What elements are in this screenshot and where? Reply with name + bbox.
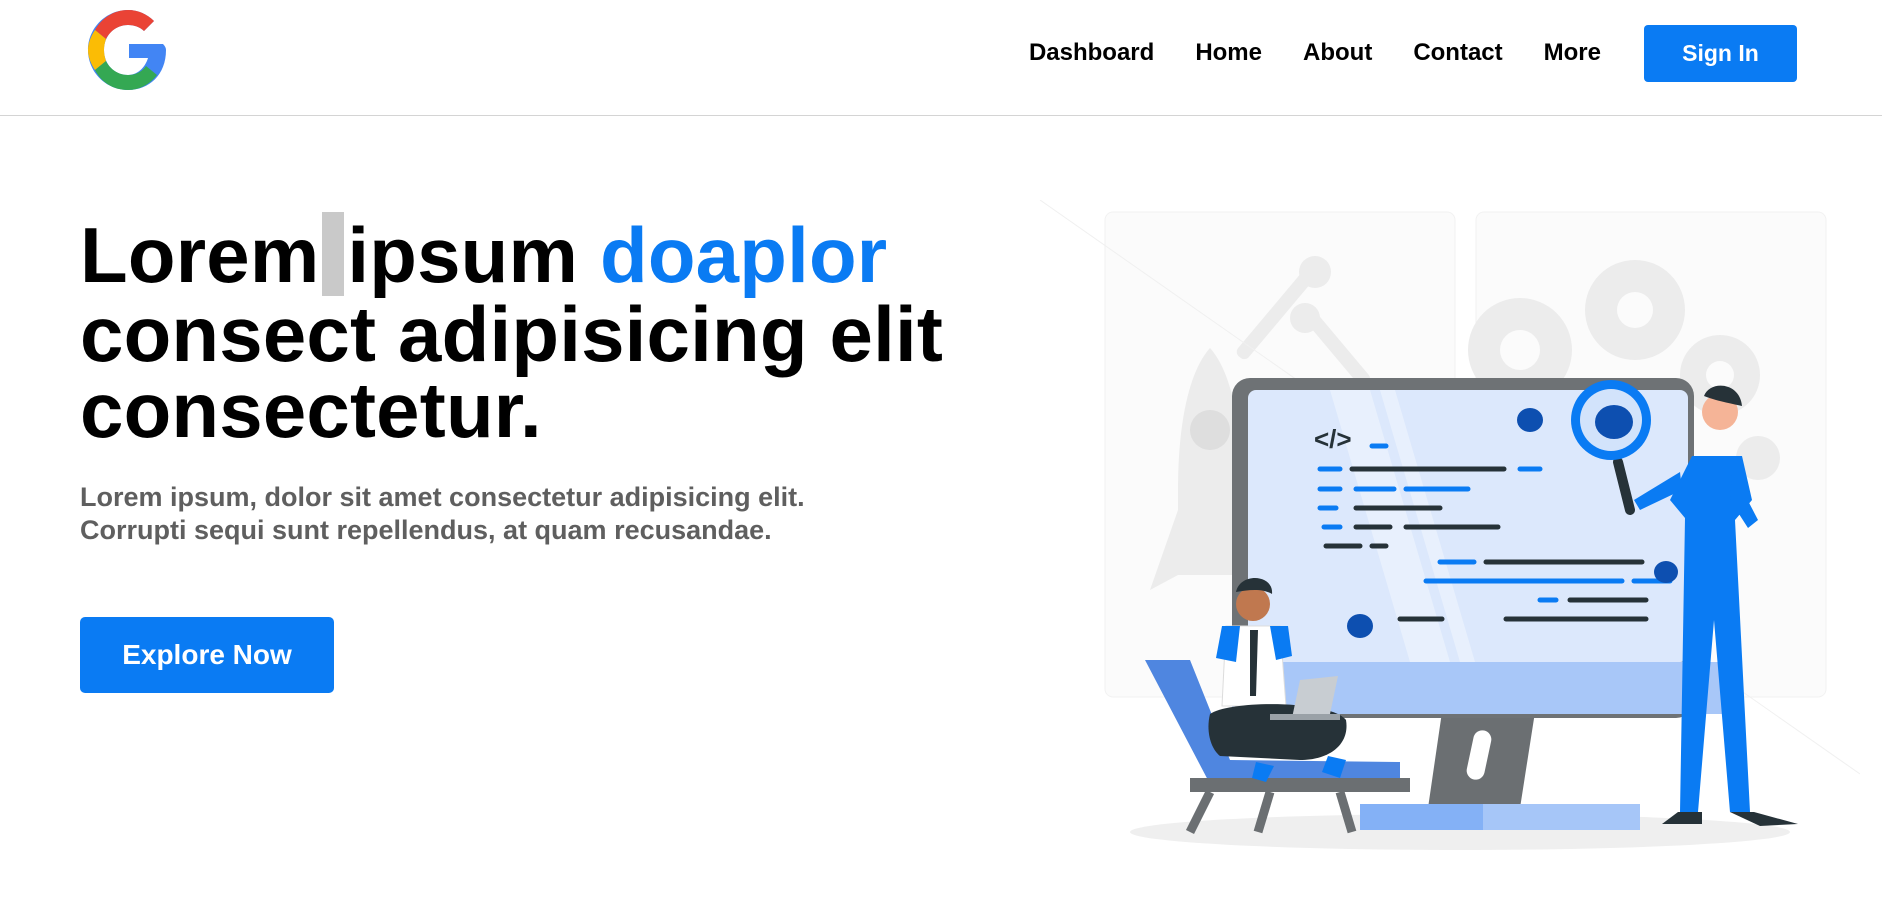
hero-title-word-1: Lorem	[80, 211, 320, 299]
code-tag-icon: </>	[1314, 424, 1352, 454]
nav-more[interactable]: More	[1544, 39, 1601, 67]
bug-fixing-illustration: </>	[1039, 200, 1860, 850]
explore-now-button[interactable]: Explore Now	[80, 617, 334, 693]
sign-in-button[interactable]: Sign In	[1644, 24, 1797, 82]
site-header: Dashboard Home About Contact More Sign I…	[0, 0, 1882, 116]
nav-about[interactable]: About	[1303, 39, 1372, 67]
nav-contact[interactable]: Contact	[1413, 39, 1502, 67]
nav-dashboard[interactable]: Dashboard	[1029, 39, 1154, 67]
hero-title-line-3: consectetur.	[80, 366, 542, 454]
hero-title-word-2: ipsum	[347, 211, 579, 299]
text-cursor	[322, 212, 345, 296]
main-nav: Dashboard Home About Contact More Sign I…	[1029, 0, 1882, 106]
hero-title-accent: doaplor	[599, 211, 888, 299]
hero-title: Lorem ipsum doaplor consect adipisicing e…	[80, 211, 980, 449]
nav-home[interactable]: Home	[1195, 39, 1262, 67]
hero-title-line-2: consect adipisicing elit	[80, 290, 944, 378]
hero-subtitle: Lorem ipsum, dolor sit amet consectetur …	[80, 482, 805, 545]
google-logo-icon	[88, 10, 166, 90]
